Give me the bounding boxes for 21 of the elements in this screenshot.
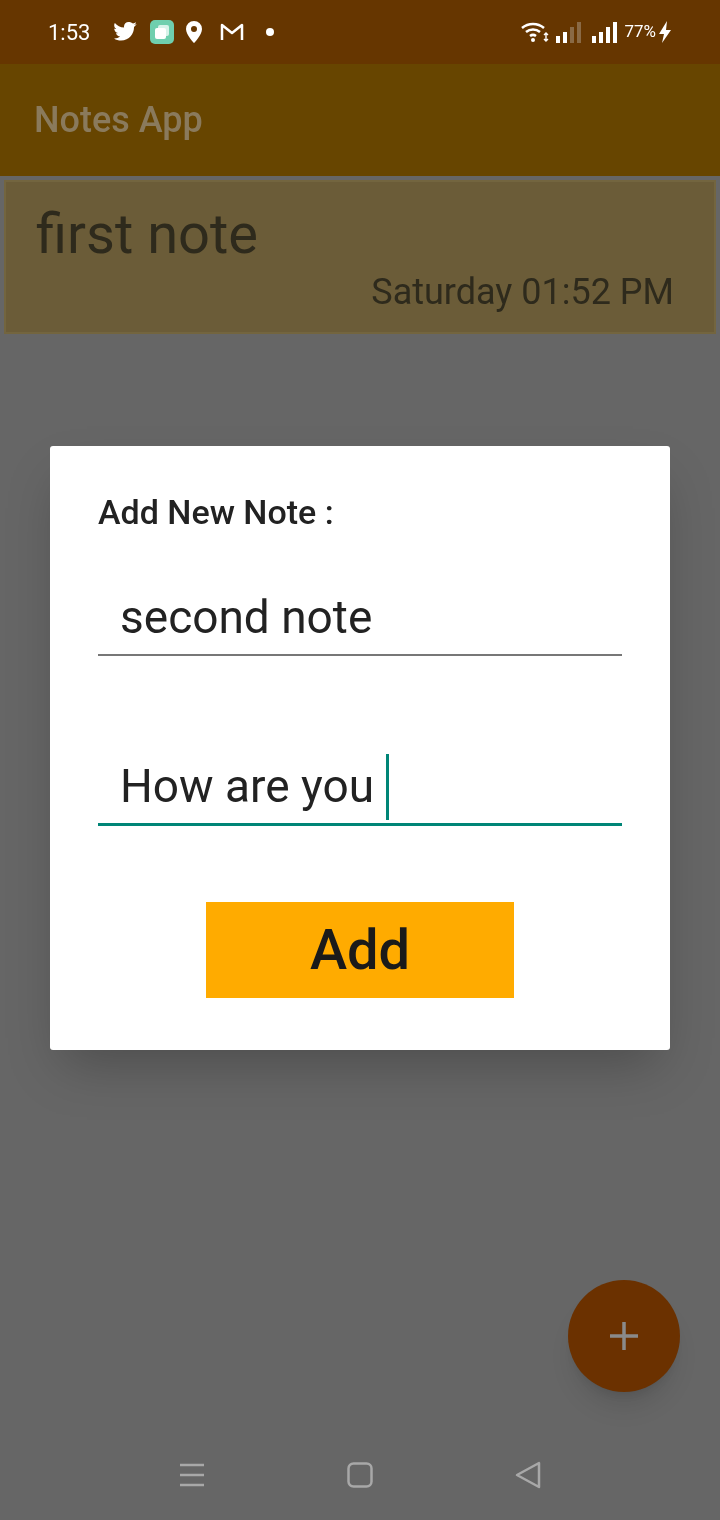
add-button[interactable]: Add — [206, 902, 514, 998]
dialog-title: Add New Note : — [98, 491, 334, 534]
app-title: Notes App — [34, 98, 203, 143]
menu-icon[interactable] — [179, 1463, 205, 1487]
status-time: 1:53 — [48, 18, 91, 47]
note-date: Saturday 01:52 PM — [371, 272, 674, 312]
battery-percent: 77% — [624, 20, 656, 44]
text-cursor — [386, 753, 390, 820]
location-pin-icon — [186, 21, 203, 43]
input-field[interactable]: How are you — [98, 750, 622, 826]
note-title: first note — [36, 202, 258, 266]
bird-icon — [114, 22, 139, 42]
app-icon — [150, 20, 175, 44]
mail-icon — [220, 23, 245, 41]
dot-icon — [266, 28, 275, 36]
charging-bolt-icon — [658, 21, 672, 43]
back-icon[interactable] — [515, 1461, 541, 1489]
home-icon[interactable] — [347, 1462, 373, 1488]
wifi-icon — [520, 21, 551, 43]
input-field[interactable]: second note — [98, 580, 622, 656]
plus-icon — [609, 1321, 639, 1351]
